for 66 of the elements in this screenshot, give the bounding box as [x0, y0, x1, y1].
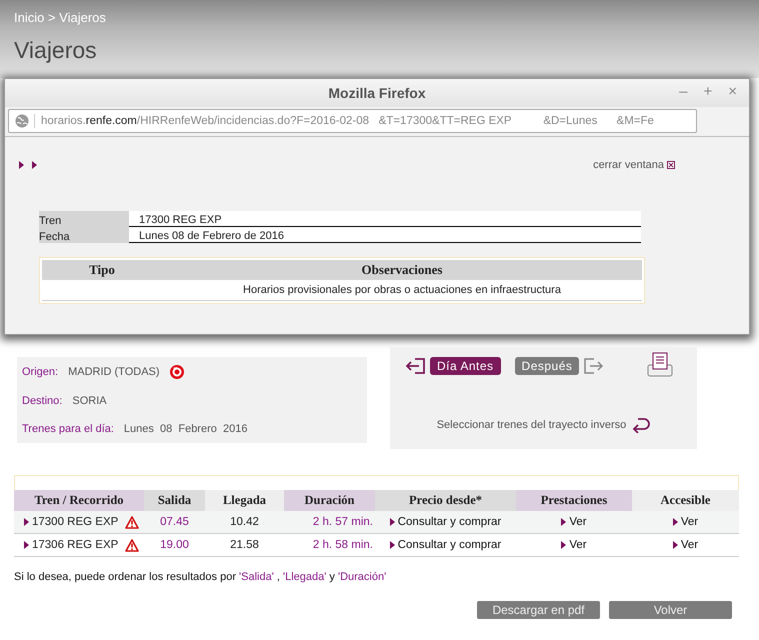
date-label: Trenes para el día:: [22, 423, 114, 435]
table-cell-text: Horarios provisionales por obras o actuaciones en infraestructura: [242, 284, 562, 296]
warning-icon[interactable]: [125, 538, 140, 552]
next-day-button[interactable]: Después: [514, 357, 580, 375]
origin-value: MADRID (TODAS): [68, 366, 160, 378]
printer-icon[interactable]: [647, 352, 673, 378]
arrow-icon: [672, 518, 678, 526]
next-icon[interactable]: [583, 358, 604, 374]
duration-cell-text: 2 h. 57 min.: [312, 516, 374, 528]
warning-icon[interactable]: [125, 516, 140, 528]
column-header[interactable]: Llegada: [205, 490, 284, 511]
departure-cell-text: 07.45: [159, 516, 190, 528]
origin-label: Origen:: [22, 366, 58, 378]
detail-label: Tren: [39, 211, 129, 227]
window-title: Mozilla Firefox: [328, 85, 426, 101]
accessibility-link[interactable]: Ver: [680, 539, 698, 551]
url-text: horarios.renfe.com/HIRRenfeWeb/incidencias.do?F=2016-02-08 &T=17300&TT=REG EXP &D=Lunes &M=Fe: [41, 115, 654, 127]
destination-value: SORIA: [72, 395, 107, 407]
train-cell: 17306 REG EXP: [32, 539, 118, 551]
arrival-cell-text: 10.42: [229, 516, 260, 528]
sort-link[interactable]: 'Duración': [338, 571, 386, 583]
action-button[interactable]: Descargar en pdf: [477, 601, 600, 619]
detail-label: Fecha: [39, 227, 129, 243]
arrow-icon: [390, 518, 395, 526]
arrow-icon: [24, 541, 29, 549]
detail-value: Lunes 08 de Febrero de 2016: [129, 227, 641, 243]
sort-link[interactable]: 'Llegada': [283, 571, 326, 583]
train-cell: 17300 REG EXP: [32, 516, 118, 528]
column-header[interactable]: Duración: [284, 490, 375, 511]
close-window-link[interactable]: cerrar ventana: [593, 159, 664, 171]
reverse-route-link[interactable]: Seleccionar trenes del trayecto inverso: [436, 419, 626, 431]
column-header[interactable]: Salida: [144, 490, 205, 511]
page-title: Viajeros: [14, 37, 97, 64]
globe-icon: [15, 114, 29, 128]
column-header[interactable]: Accesible: [632, 490, 739, 511]
arrow-icon: [561, 518, 566, 526]
action-button[interactable]: Volver: [609, 601, 732, 619]
previous-icon[interactable]: [406, 358, 426, 374]
arrow-icon: [672, 541, 678, 549]
close-icon[interactable]: [667, 161, 675, 169]
column-header: Observaciones: [360, 262, 444, 278]
duration-cell-text: 2 h. 58 min.: [312, 539, 374, 551]
previous-day-button[interactable]: Día Antes: [430, 357, 501, 375]
breadcrumb: Inicio > Viajeros: [14, 9, 106, 25]
arrival-cell-text: 21.58: [229, 539, 260, 551]
services-link[interactable]: Ver: [569, 539, 587, 551]
services-link[interactable]: Ver: [569, 516, 587, 528]
column-header[interactable]: Prestaciones: [516, 490, 632, 511]
address-field[interactable]: horarios.renfe.com/HIRRenfeWeb/incidencias.do?F=2016-02-08 &T=17300&TT=REG EXP &D=Lunes &M=Fe: [8, 109, 697, 133]
arrow-icon: [561, 541, 566, 549]
sort-link[interactable]: 'Salida': [239, 571, 274, 583]
sort-note: Si lo desea, puede ordenar los resultados por 'Salida' , 'Llegada' y 'Duración': [14, 571, 388, 583]
column-header[interactable]: Precio desde*: [375, 490, 516, 511]
date-value: Lunes 08 Febrero 2016: [124, 423, 248, 435]
detail-value: 17300 REG EXP: [129, 211, 641, 227]
accessibility-link[interactable]: Ver: [680, 516, 698, 528]
column-header[interactable]: Tren / Recorrido: [14, 490, 144, 511]
column-header: Tipo: [88, 262, 116, 278]
departure-cell-text: 19.00: [159, 539, 190, 551]
buy-link[interactable]: Consultar y comprar: [398, 539, 502, 551]
arrow-icon: [390, 541, 395, 549]
buy-link[interactable]: Consultar y comprar: [398, 516, 502, 528]
return-arrow-icon[interactable]: [632, 417, 650, 433]
destination-label: Destino:: [22, 395, 62, 407]
arrow-icon: [24, 518, 29, 526]
swap-icon[interactable]: [170, 365, 184, 379]
